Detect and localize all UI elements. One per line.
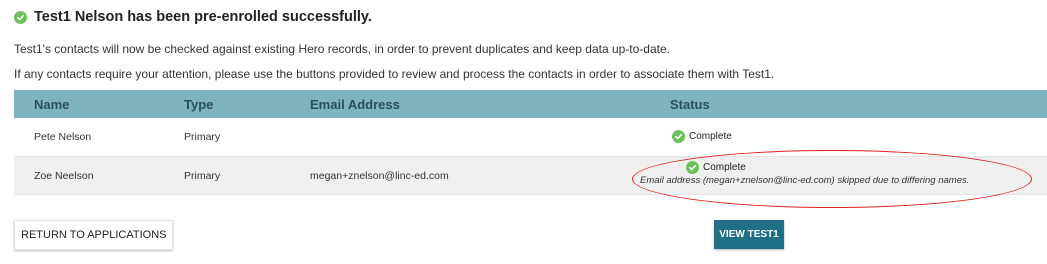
pre-enrolment-result-page: Test1 Nelson has been pre-enrolled succe… xyxy=(0,0,1047,264)
check-circle-icon xyxy=(686,161,699,174)
view-test1-button[interactable]: VIEW TEST1 xyxy=(714,220,784,249)
contact-name: Pete Nelson xyxy=(34,131,92,143)
check-circle-icon xyxy=(14,10,27,24)
contact-status: Complete xyxy=(672,130,732,143)
table-row: Zoe Neelson Primary megan+znelson@linc-e… xyxy=(14,157,1047,195)
column-header-status[interactable]: Status xyxy=(670,97,710,112)
table-header: Name Type Email Address Status xyxy=(14,90,1047,118)
status-label: Complete xyxy=(703,162,746,173)
status-note: Email address (megan+znelson@linc-ed.com… xyxy=(640,175,970,186)
check-circle-icon xyxy=(672,130,685,143)
column-header-email[interactable]: Email Address xyxy=(310,97,400,112)
contact-type: Primary xyxy=(184,169,221,182)
column-header-name[interactable]: Name xyxy=(34,97,69,112)
column-header-type[interactable]: Type xyxy=(184,97,213,112)
success-message: Test1 Nelson has been pre-enrolled succe… xyxy=(34,9,372,25)
contacts-table: Name Type Email Address Status Pete Nels… xyxy=(14,90,1047,195)
contact-status: Complete Email address (megan+znelson@li… xyxy=(640,161,969,186)
contact-name: Zoe Neelson xyxy=(34,169,94,182)
info-paragraph-contacts-check: Test1's contacts will now be checked aga… xyxy=(14,42,670,56)
contact-type: Primary xyxy=(184,131,221,143)
info-paragraph-attention: If any contacts require your attention, … xyxy=(14,67,775,81)
return-to-applications-button[interactable]: RETURN TO APPLICATIONS xyxy=(14,220,174,250)
success-headline: Test1 Nelson has been pre-enrolled succe… xyxy=(14,9,372,25)
table-row: Pete Nelson Primary Complete xyxy=(14,118,1047,157)
status-label: Complete xyxy=(689,131,732,142)
contact-email: megan+znelson@linc-ed.com xyxy=(310,169,449,182)
